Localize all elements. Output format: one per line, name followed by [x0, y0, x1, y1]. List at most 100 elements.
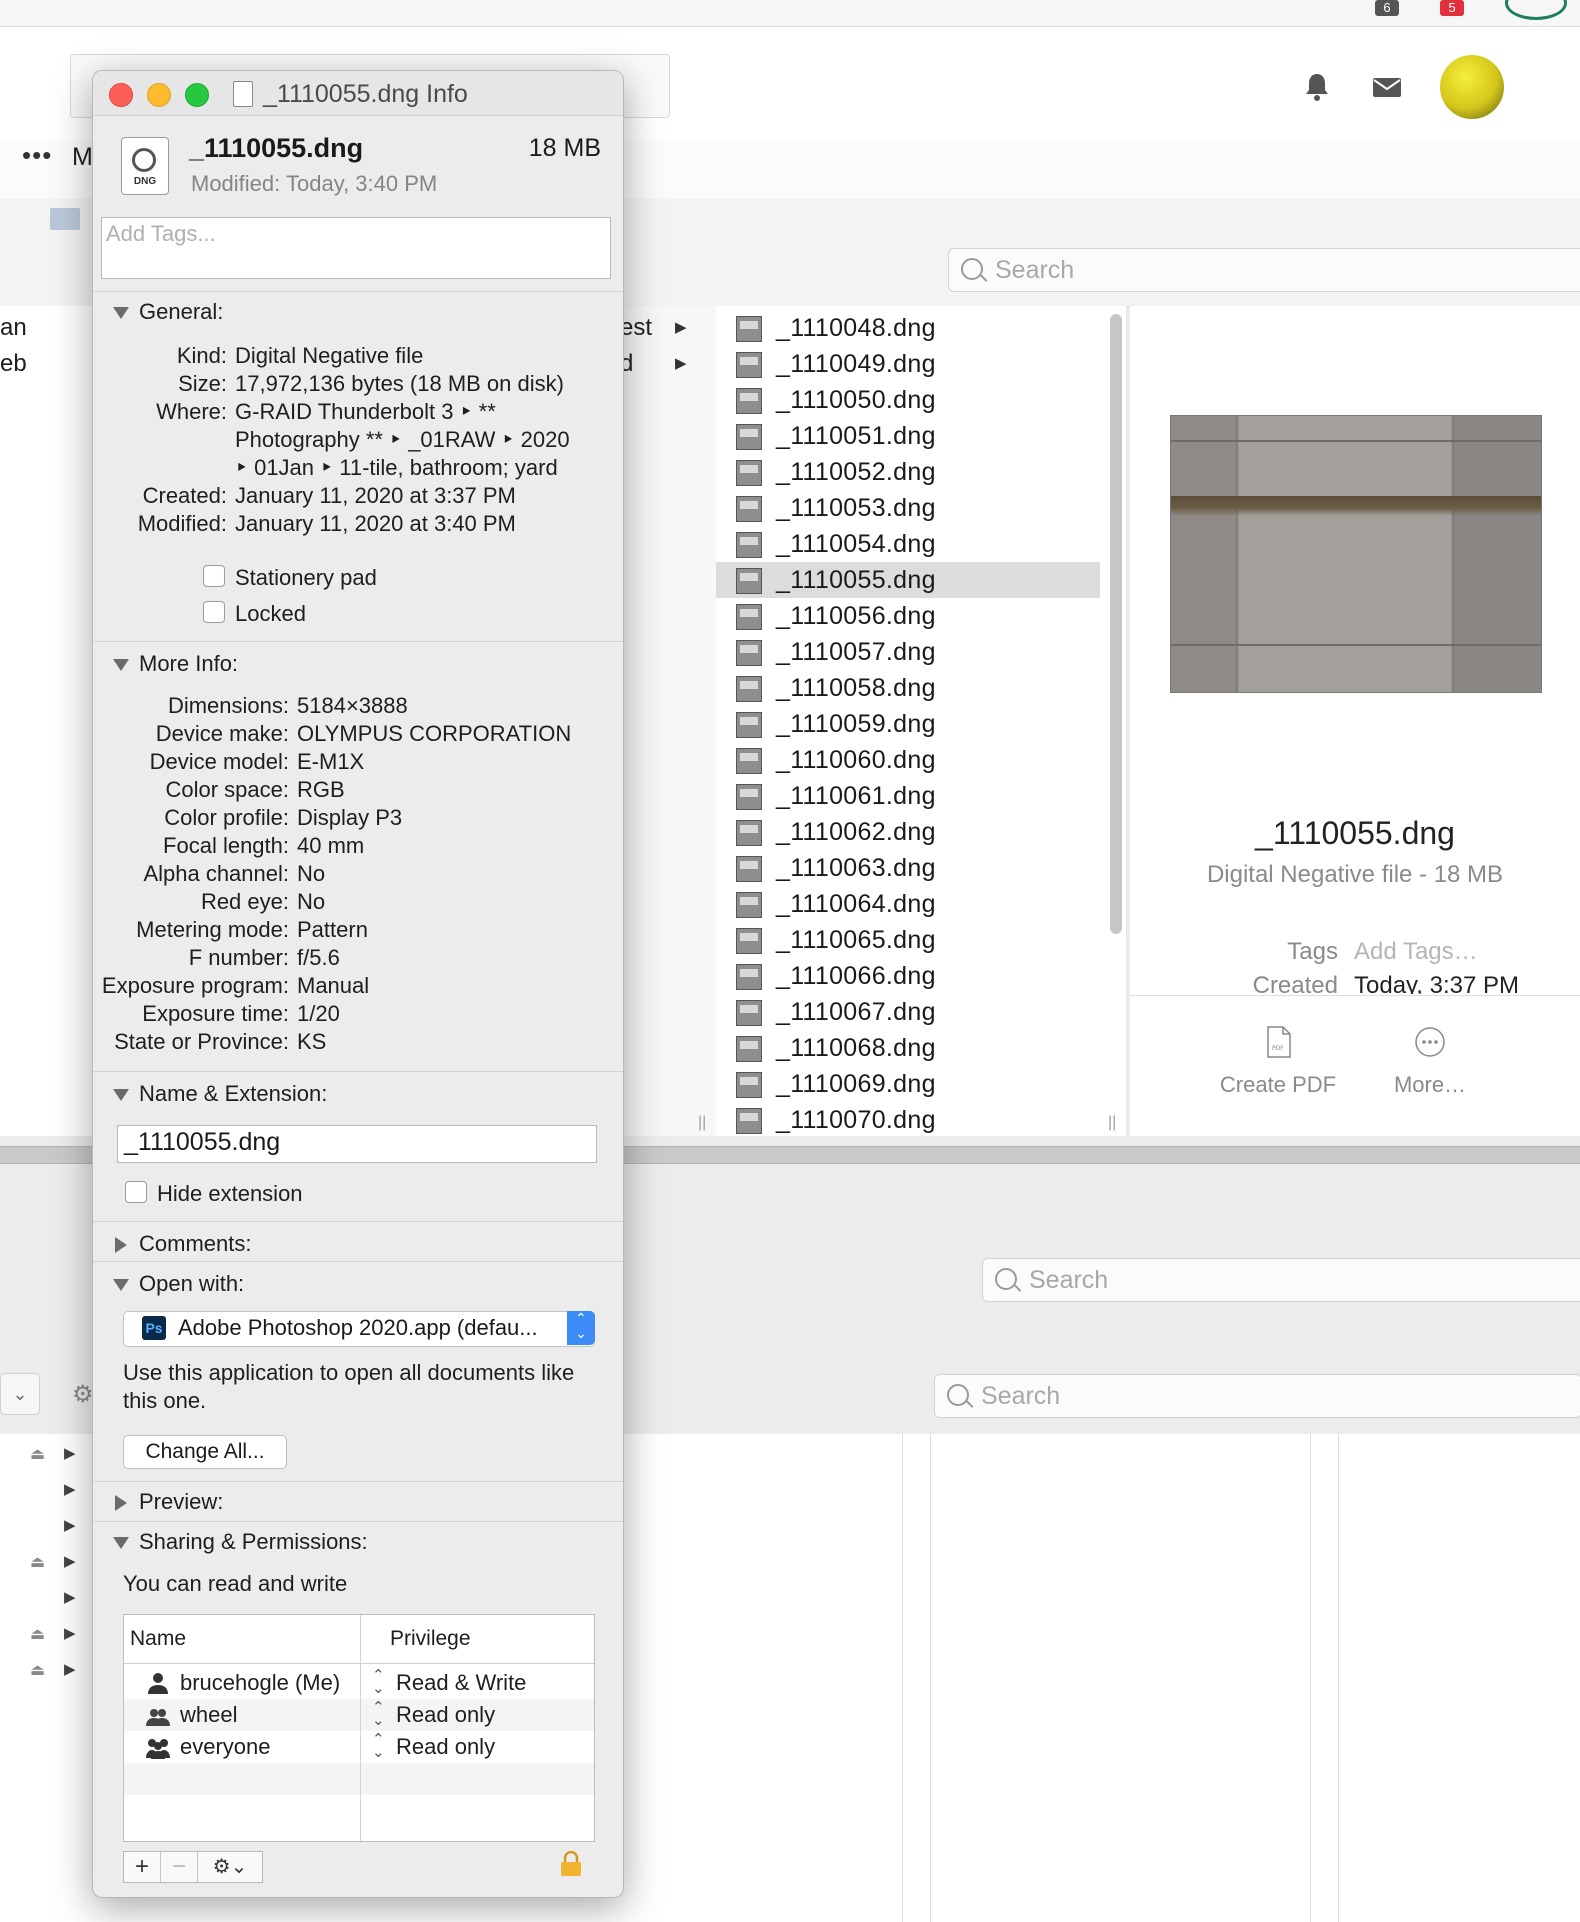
disclosure-arrow-icon[interactable]: ▶	[64, 1480, 76, 1498]
section-more-info-toggle[interactable]: More Info:	[113, 651, 238, 677]
file-row[interactable]: _1110059.dng	[716, 706, 1100, 742]
file-row[interactable]: _1110068.dng	[716, 1030, 1100, 1066]
up-down-arrows-icon[interactable]: ⌃ ⌄	[372, 1700, 385, 1728]
table-row[interactable]: wheel ⌃ ⌄ Read only	[124, 1699, 594, 1731]
section-open-with-toggle[interactable]: Open with:	[113, 1271, 244, 1297]
section-title: Preview:	[139, 1489, 224, 1514]
file-row[interactable]: _1110065.dng	[716, 922, 1100, 958]
eject-icon[interactable]: ⏏	[30, 1660, 45, 1680]
file-row[interactable]: _1110058.dng	[716, 670, 1100, 706]
create-pdf-button[interactable]: Create PDF	[1203, 1072, 1353, 1098]
more-button[interactable]: More…	[1355, 1072, 1505, 1098]
column-header-privilege[interactable]: Privilege	[390, 1615, 471, 1663]
file-row[interactable]: _1110048.dng	[716, 310, 1100, 346]
privilege-select[interactable]: Read only	[396, 1734, 495, 1760]
disclosure-arrow-icon[interactable]: ▶	[64, 1588, 76, 1606]
extension-badge-count[interactable]: 5	[1440, 0, 1464, 16]
mail-icon[interactable]	[1370, 70, 1404, 104]
file-thumbnail	[736, 928, 762, 954]
close-window-button[interactable]	[109, 83, 133, 107]
view-options-dropdown[interactable]: ⌄	[0, 1373, 40, 1415]
remove-user-button[interactable]: −	[161, 1852, 198, 1882]
up-down-arrows-icon[interactable]: ⌃ ⌄	[372, 1732, 385, 1760]
pdf-document-icon[interactable]: PDF	[1266, 1026, 1292, 1058]
disclosure-arrow-icon[interactable]: ▶	[64, 1552, 76, 1570]
eject-icon[interactable]: ⏏	[30, 1444, 45, 1464]
section-comments-toggle[interactable]: Comments:	[113, 1231, 251, 1257]
privilege-select[interactable]: Read only	[396, 1702, 495, 1728]
column-item[interactable]: eb	[0, 350, 27, 378]
hide-extension-checkbox[interactable]	[125, 1181, 147, 1203]
f-number-value: f/5.6	[297, 945, 340, 970]
action-gear-menu-icon[interactable]: ⚙⌄	[198, 1852, 262, 1882]
preview-created-value: Today, 3:37 PM	[1354, 972, 1519, 994]
add-user-button[interactable]: +	[124, 1852, 161, 1882]
up-down-arrows-icon[interactable]: ⌃ ⌄	[372, 1668, 385, 1696]
file-row[interactable]: _1110069.dng	[716, 1066, 1100, 1102]
file-row[interactable]: _1110057.dng	[716, 634, 1100, 670]
table-row[interactable]: everyone ⌃ ⌄ Read only	[124, 1731, 594, 1763]
open-with-app-select[interactable]: Ps Adobe Photoshop 2020.app (defau... ⌃ ⌄	[123, 1311, 595, 1347]
section-sharing-toggle[interactable]: Sharing & Permissions:	[113, 1529, 368, 1555]
column-resize-handle[interactable]: ||	[698, 1114, 706, 1132]
finder-search-field[interactable]: Search	[948, 248, 1580, 292]
preview-image-thumbnail	[1170, 415, 1542, 693]
nav-item-truncated[interactable]: M	[72, 143, 93, 172]
file-row-selected[interactable]: _1110055.dng	[716, 562, 1100, 598]
disclosure-arrow-icon[interactable]: ▶	[64, 1444, 76, 1462]
column-resize-handle[interactable]: ||	[1108, 1114, 1116, 1132]
file-row[interactable]: _1110066.dng	[716, 958, 1100, 994]
table-row[interactable]: brucehogle (Me) ⌃ ⌄ Read & Write	[124, 1667, 594, 1699]
privilege-select[interactable]: Read & Write	[396, 1670, 526, 1696]
preview-tags-field[interactable]: Add Tags…	[1354, 938, 1478, 966]
locked-checkbox[interactable]	[203, 601, 225, 623]
file-type-label: DNG	[133, 176, 157, 187]
window-titlebar[interactable]: _1110055.dng Info	[93, 71, 623, 116]
stationery-pad-checkbox[interactable]	[203, 565, 225, 587]
file-row[interactable]: _1110049.dng	[716, 346, 1100, 382]
file-row[interactable]: _1110064.dng	[716, 886, 1100, 922]
lock-icon[interactable]	[560, 1851, 582, 1877]
section-title: General:	[139, 299, 224, 324]
minimize-window-button[interactable]	[147, 83, 171, 107]
zoom-window-button[interactable]	[185, 83, 209, 107]
eject-icon[interactable]: ⏏	[30, 1552, 45, 1572]
file-row[interactable]: _1110060.dng	[716, 742, 1100, 778]
more-ellipsis-icon[interactable]	[1414, 1026, 1446, 1058]
file-thumbnail	[736, 352, 762, 378]
file-row[interactable]: _1110056.dng	[716, 598, 1100, 634]
search-placeholder: Search	[981, 1382, 1061, 1410]
column-item[interactable]: an	[0, 314, 27, 342]
bell-icon[interactable]	[1300, 70, 1334, 104]
file-row[interactable]: _1110052.dng	[716, 454, 1100, 490]
disclosure-arrow-icon[interactable]: ▶	[64, 1660, 76, 1678]
file-name: _1110058.dng	[776, 674, 936, 702]
column-item[interactable]: est	[620, 314, 652, 342]
section-name-extension-toggle[interactable]: Name & Extension:	[113, 1081, 327, 1107]
section-general-toggle[interactable]: General:	[113, 299, 223, 325]
file-row[interactable]: _1110062.dng	[716, 814, 1100, 850]
eject-icon[interactable]: ⏏	[30, 1624, 45, 1644]
more-menu-icon[interactable]: •••	[22, 140, 52, 171]
file-row[interactable]: _1110067.dng	[716, 994, 1100, 1030]
name-extension-input[interactable]: _1110055.dng	[117, 1125, 597, 1163]
file-row[interactable]: _1110053.dng	[716, 490, 1100, 526]
section-preview-toggle[interactable]: Preview:	[113, 1489, 223, 1515]
file-row[interactable]: _1110054.dng	[716, 526, 1100, 562]
disclosure-arrow-icon[interactable]: ▶	[64, 1624, 76, 1642]
column-header-name[interactable]: Name	[130, 1615, 186, 1663]
tags-input[interactable]: Add Tags...	[101, 217, 611, 279]
file-row[interactable]: _1110051.dng	[716, 418, 1100, 454]
file-row[interactable]: _1110070.dng	[716, 1102, 1100, 1138]
file-list-scrollbar[interactable]	[1110, 314, 1122, 934]
disclosure-arrow-icon[interactable]: ▶	[64, 1516, 76, 1534]
folder-icon	[50, 208, 80, 230]
extension-badge-count[interactable]: 6	[1375, 0, 1399, 16]
file-row[interactable]: _1110063.dng	[716, 850, 1100, 886]
finder-search-field[interactable]: Search	[934, 1374, 1580, 1418]
finder-search-field[interactable]: Search	[982, 1258, 1580, 1302]
file-row[interactable]: _1110050.dng	[716, 382, 1100, 418]
file-row[interactable]: _1110061.dng	[716, 778, 1100, 814]
change-all-button[interactable]: Change All...	[123, 1435, 287, 1469]
user-avatar[interactable]	[1440, 55, 1504, 119]
